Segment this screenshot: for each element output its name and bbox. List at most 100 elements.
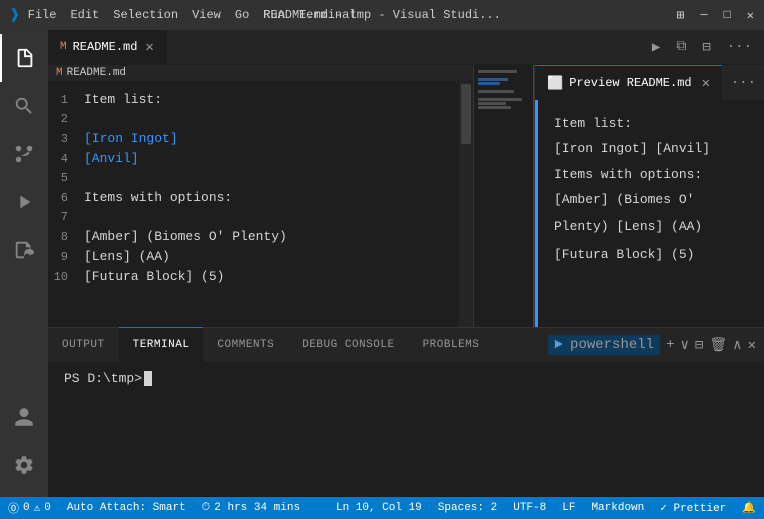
title-bar: ❱ File Edit Selection View Go Run Termin… xyxy=(0,0,764,30)
preview-tab-close-icon[interactable]: ✕ xyxy=(702,75,710,92)
preview-content[interactable]: Item list: [Iron Ingot] [Anvil] Items wi… xyxy=(535,100,764,288)
status-encoding[interactable]: UTF-8 xyxy=(505,497,554,519)
encoding-text: UTF-8 xyxy=(513,502,546,514)
more-actions-icon[interactable]: ··· xyxy=(723,37,756,57)
editor-preview-split: M README.md 1 Item list: 2 3 [Iron Ingot… xyxy=(48,65,764,327)
preview-list-3: [Futura Block] (5) xyxy=(554,245,744,265)
preview-tab-bar: ⬜ Preview README.md ✕ ··· xyxy=(535,65,764,100)
code-line-4: 4 [Anvil] xyxy=(48,149,473,169)
panel-close-icon[interactable]: ✕ xyxy=(748,337,756,354)
preview-tab-actions: ··· xyxy=(731,65,764,100)
vscode-logo-icon: ❱ xyxy=(10,5,20,25)
activity-sourcecontrol-icon[interactable] xyxy=(0,130,48,178)
language-text: Markdown xyxy=(591,502,644,514)
status-bell[interactable]: 🔔 xyxy=(734,497,764,519)
activity-settings-icon[interactable] xyxy=(0,441,48,489)
code-line-5: 5 xyxy=(48,169,473,188)
activity-explorer-icon[interactable] xyxy=(0,34,48,82)
clock-icon: ⏱ xyxy=(202,502,211,514)
readme-file-icon: M xyxy=(60,41,67,53)
menu-file[interactable]: File xyxy=(28,8,57,22)
terminal-cursor xyxy=(144,371,152,386)
preview-tab-label: Preview README.md xyxy=(569,76,691,90)
git-warning-icon: ⚠ xyxy=(34,501,41,515)
bottom-panel: OUTPUT TERMINAL COMMENTS DEBUG CONSOLE P… xyxy=(48,327,764,497)
panel-tab-problems[interactable]: PROBLEMS xyxy=(409,327,494,362)
main-layout: M README.md ✕ ▶ ⧉ ⊟ ··· M README.md xyxy=(0,30,764,497)
shell-label: powershell xyxy=(570,337,654,353)
status-language[interactable]: Markdown xyxy=(583,497,652,519)
cursor-position-text: Ln 10, Col 19 xyxy=(336,502,422,514)
run-preview-icon[interactable]: ▶ xyxy=(648,37,664,58)
editor-breadcrumb: M README.md xyxy=(48,65,473,82)
maximize-button[interactable]: □ xyxy=(724,8,731,23)
code-line-9: 9 [Lens] (AA) xyxy=(48,247,473,267)
panel-tab-debug-console[interactable]: DEBUG CONSOLE xyxy=(288,327,408,362)
terminal-output[interactable]: PS D:\tmp> xyxy=(48,363,764,497)
menu-go[interactable]: Go xyxy=(235,8,249,22)
code-editor[interactable]: 1 Item list: 2 3 [Iron Ingot] 4 [Anvil] xyxy=(48,82,473,327)
editor-minimap xyxy=(473,65,533,327)
split-terminal-icon[interactable]: ⊟ xyxy=(695,337,703,354)
menu-view[interactable]: View xyxy=(192,8,221,22)
minimize-button[interactable]: ─ xyxy=(700,8,707,23)
panel-chevron-up-icon[interactable]: ∧ xyxy=(733,337,741,354)
status-time[interactable]: ⏱ 2 hrs 34 mins xyxy=(194,497,308,519)
close-button[interactable]: ✕ xyxy=(747,8,754,23)
editor-tab-bar: M README.md ✕ ▶ ⧉ ⊟ ··· xyxy=(48,30,764,65)
kill-terminal-icon[interactable]: 🗑 xyxy=(709,337,727,354)
status-eol[interactable]: LF xyxy=(554,497,583,519)
code-line-1: 1 Item list: xyxy=(48,90,473,110)
preview-heading-2: Items with options: xyxy=(554,167,744,182)
git-warning-count: 0 xyxy=(44,502,51,514)
menu-edit[interactable]: Edit xyxy=(70,8,99,22)
activity-run-icon[interactable] xyxy=(0,178,48,226)
status-bar-left: ⓪ 0 ⚠ 0 Auto Attach: Smart ⏱ 2 hrs 34 mi… xyxy=(0,497,308,519)
code-line-8: 8 [Amber] (Biomes O' Plenty) xyxy=(48,227,473,247)
activity-accounts-icon[interactable] xyxy=(0,393,48,441)
preview-list-1: [Iron Ingot] [Anvil] xyxy=(554,139,744,159)
panel-tab-terminal[interactable]: TERMINAL xyxy=(119,327,204,362)
status-bar: ⓪ 0 ⚠ 0 Auto Attach: Smart ⏱ 2 hrs 34 mi… xyxy=(0,497,764,519)
editor-scrollbar[interactable] xyxy=(459,82,473,327)
editor-pane: M README.md 1 Item list: 2 3 [Iron Ingot… xyxy=(48,65,473,327)
activity-extensions-icon[interactable] xyxy=(0,226,48,274)
status-cursor-position[interactable]: Ln 10, Col 19 xyxy=(328,497,430,519)
status-auto-attach[interactable]: Auto Attach: Smart xyxy=(59,497,194,519)
time-text: 2 hrs 34 mins xyxy=(214,502,300,514)
tab-readme-label: README.md xyxy=(73,40,138,54)
minimap-content xyxy=(474,65,533,114)
terminal-prompt-line: PS D:\tmp> xyxy=(64,371,748,386)
panel-tab-comments[interactable]: COMMENTS xyxy=(203,327,288,362)
prettier-text: ✓ Prettier xyxy=(660,501,726,515)
breadcrumb-filename: README.md xyxy=(67,67,126,79)
status-git-errors[interactable]: ⓪ 0 ⚠ 0 xyxy=(0,497,59,519)
breadcrumb-file-icon: M xyxy=(56,67,63,79)
panel-tab-output[interactable]: OUTPUT xyxy=(48,327,119,362)
tab-readme-md[interactable]: M README.md ✕ xyxy=(48,30,167,64)
terminal-dropdown-icon[interactable]: ∨ xyxy=(680,337,688,354)
preview-heading-1: Item list: xyxy=(554,116,744,131)
window-controls: ⊞ ─ □ ✕ xyxy=(677,8,754,23)
bell-icon: 🔔 xyxy=(742,501,756,515)
terminal-prompt-text: PS D:\tmp> xyxy=(64,371,142,386)
editor-layout-icon[interactable]: ⊟ xyxy=(698,37,714,58)
status-spaces[interactable]: Spaces: 2 xyxy=(430,497,505,519)
editor-tab-actions: ▶ ⧉ ⊟ ··· xyxy=(648,30,764,64)
activity-search-icon[interactable] xyxy=(0,82,48,130)
code-line-2: 2 xyxy=(48,110,473,129)
code-line-7: 7 xyxy=(48,208,473,227)
layout-icon[interactable]: ⊞ xyxy=(677,8,685,23)
git-error-count: 0 xyxy=(23,502,30,514)
status-prettier[interactable]: ✓ Prettier xyxy=(652,497,734,519)
split-editor-icon[interactable]: ⧉ xyxy=(672,37,690,57)
preview-tab-readme[interactable]: ⬜ Preview README.md ✕ xyxy=(535,65,722,100)
shell-icon: ► xyxy=(554,337,562,353)
preview-list-2: [Amber] (Biomes O' xyxy=(554,190,744,210)
preview-more-icon[interactable]: ··· xyxy=(731,75,756,91)
add-terminal-icon[interactable]: + xyxy=(666,337,674,353)
code-line-10: 10 [Futura Block] (5) xyxy=(48,267,473,287)
tab-readme-close-icon[interactable]: ✕ xyxy=(145,39,153,56)
menu-selection[interactable]: Selection xyxy=(113,8,178,22)
preview-content-wrapper: Item list: [Iron Ingot] [Anvil] Items wi… xyxy=(535,100,764,327)
